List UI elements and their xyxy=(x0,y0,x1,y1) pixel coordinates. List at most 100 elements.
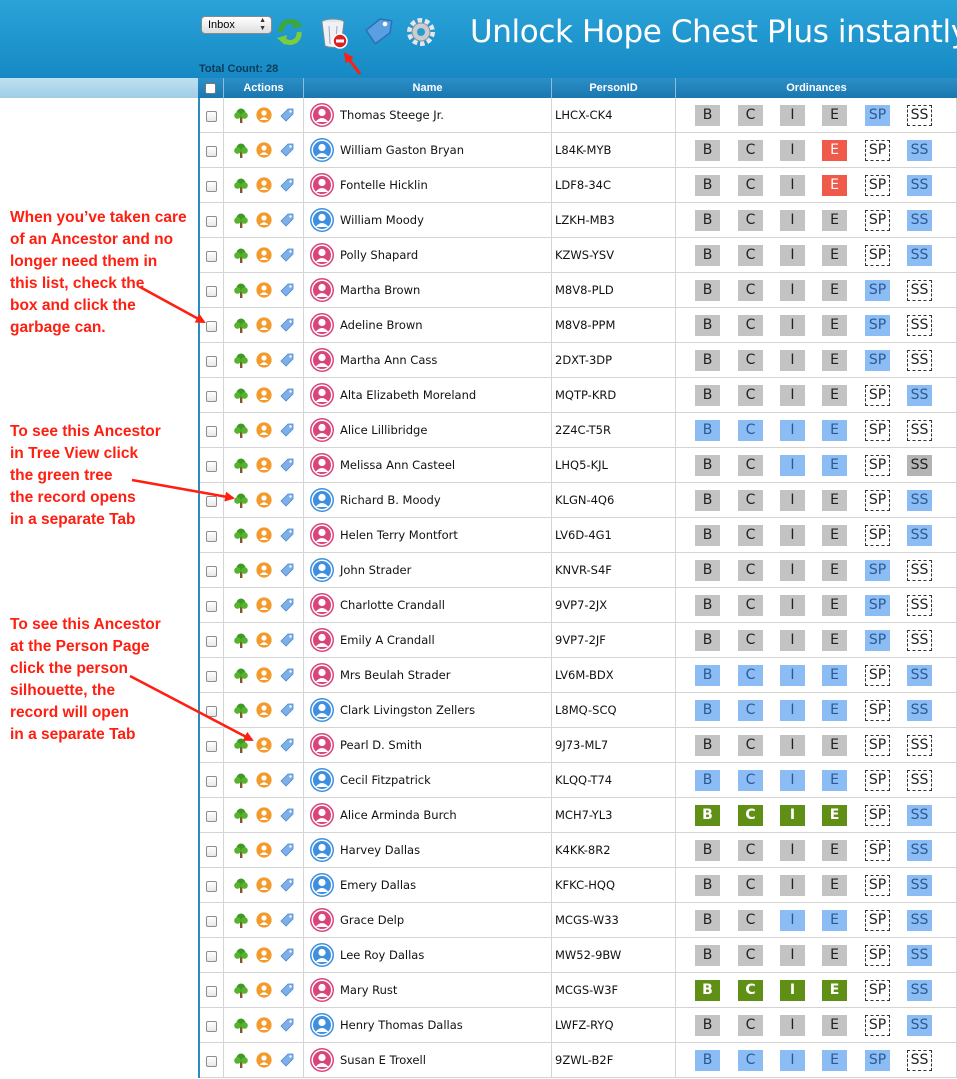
person-name[interactable]: Martha Brown xyxy=(340,273,420,308)
ordinance-c[interactable]: C xyxy=(738,1015,763,1036)
person-icon[interactable] xyxy=(256,737,272,753)
tree-icon[interactable] xyxy=(233,177,249,193)
ordinance-sp[interactable]: SP xyxy=(865,245,890,266)
tree-icon[interactable] xyxy=(233,492,249,508)
ordinance-b[interactable]: B xyxy=(695,595,720,616)
person-name[interactable]: Helen Terry Montfort xyxy=(340,518,458,553)
person-icon[interactable] xyxy=(256,1052,272,1068)
ordinance-sp[interactable]: SP xyxy=(865,455,890,476)
ordinance-i[interactable]: I xyxy=(780,1050,805,1071)
tag-icon[interactable] xyxy=(279,982,295,998)
ordinance-sp[interactable]: SP xyxy=(865,1015,890,1036)
row-checkbox[interactable] xyxy=(206,286,217,297)
ordinance-ss[interactable]: SS xyxy=(907,665,932,686)
tag-icon[interactable] xyxy=(279,667,295,683)
tag-icon[interactable] xyxy=(279,317,295,333)
tree-icon[interactable] xyxy=(233,352,249,368)
person-icon[interactable] xyxy=(256,807,272,823)
ordinance-e[interactable]: E xyxy=(822,595,847,616)
person-icon[interactable] xyxy=(256,212,272,228)
ordinance-b[interactable]: B xyxy=(695,175,720,196)
ordinance-c[interactable]: C xyxy=(738,350,763,371)
ordinance-ss[interactable]: SS xyxy=(907,245,932,266)
tree-icon[interactable] xyxy=(233,947,249,963)
person-name[interactable]: Susan E Troxell xyxy=(340,1043,426,1078)
person-name[interactable]: Emily A Crandall xyxy=(340,623,435,658)
ordinance-i[interactable]: I xyxy=(780,245,805,266)
person-name[interactable]: Charlotte Crandall xyxy=(340,588,445,623)
ordinance-e[interactable]: E xyxy=(822,560,847,581)
row-checkbox[interactable] xyxy=(206,181,217,192)
tag-icon[interactable] xyxy=(279,422,295,438)
ordinance-i[interactable]: I xyxy=(780,175,805,196)
ordinance-e[interactable]: E xyxy=(822,665,847,686)
ordinance-c[interactable]: C xyxy=(738,875,763,896)
ordinance-ss[interactable]: SS xyxy=(907,315,932,336)
person-icon[interactable] xyxy=(256,877,272,893)
ordinance-e[interactable]: E xyxy=(822,175,847,196)
ordinance-c[interactable]: C xyxy=(738,385,763,406)
ordinance-e[interactable]: E xyxy=(822,315,847,336)
row-checkbox[interactable] xyxy=(206,986,217,997)
ordinance-i[interactable]: I xyxy=(780,315,805,336)
ordinance-ss[interactable]: SS xyxy=(907,630,932,651)
row-checkbox[interactable] xyxy=(206,741,217,752)
ordinance-c[interactable]: C xyxy=(738,175,763,196)
tag-icon[interactable] xyxy=(279,247,295,263)
person-name[interactable]: William Moody xyxy=(340,203,424,238)
person-icon[interactable] xyxy=(256,597,272,613)
person-name[interactable]: Adeline Brown xyxy=(340,308,423,343)
ordinance-sp[interactable]: SP xyxy=(865,945,890,966)
person-icon[interactable] xyxy=(256,142,272,158)
person-icon[interactable] xyxy=(256,422,272,438)
ordinance-e[interactable]: E xyxy=(822,490,847,511)
ordinance-c[interactable]: C xyxy=(738,735,763,756)
ordinance-e[interactable]: E xyxy=(822,1050,847,1071)
ordinance-ss[interactable]: SS xyxy=(907,420,932,441)
ordinance-b[interactable]: B xyxy=(695,840,720,861)
ordinance-sp[interactable]: SP xyxy=(865,525,890,546)
row-checkbox[interactable] xyxy=(206,566,217,577)
person-icon[interactable] xyxy=(256,632,272,648)
upgrade-promo-link[interactable]: Unlock Hope Chest Plus instantly xyxy=(470,14,957,50)
ordinance-c[interactable]: C xyxy=(738,455,763,476)
row-checkbox[interactable] xyxy=(206,601,217,612)
tree-icon[interactable] xyxy=(233,317,249,333)
ordinance-sp[interactable]: SP xyxy=(865,630,890,651)
ordinance-c[interactable]: C xyxy=(738,1050,763,1071)
ordinance-sp[interactable]: SP xyxy=(865,490,890,511)
tree-icon[interactable] xyxy=(233,422,249,438)
tree-icon[interactable] xyxy=(233,562,249,578)
ordinance-sp[interactable]: SP xyxy=(865,105,890,126)
ordinance-sp[interactable]: SP xyxy=(865,980,890,1001)
ordinance-e[interactable]: E xyxy=(822,1015,847,1036)
trash-icon[interactable] xyxy=(318,14,352,50)
row-checkbox[interactable] xyxy=(206,811,217,822)
person-icon[interactable] xyxy=(256,772,272,788)
ordinance-i[interactable]: I xyxy=(780,700,805,721)
tag-icon[interactable] xyxy=(279,597,295,613)
row-checkbox[interactable] xyxy=(206,636,217,647)
ordinance-c[interactable]: C xyxy=(738,770,763,791)
ordinance-sp[interactable]: SP xyxy=(865,595,890,616)
tree-icon[interactable] xyxy=(233,1017,249,1033)
ordinance-c[interactable]: C xyxy=(738,805,763,826)
ordinance-b[interactable]: B xyxy=(695,735,720,756)
ordinance-i[interactable]: I xyxy=(780,105,805,126)
ordinance-b[interactable]: B xyxy=(695,910,720,931)
ordinance-ss[interactable]: SS xyxy=(907,210,932,231)
person-icon[interactable] xyxy=(256,912,272,928)
ordinance-e[interactable]: E xyxy=(822,455,847,476)
person-name[interactable]: Alice Lillibridge xyxy=(340,413,427,448)
row-checkbox[interactable] xyxy=(206,951,217,962)
ordinance-ss[interactable]: SS xyxy=(907,840,932,861)
ordinance-c[interactable]: C xyxy=(738,630,763,651)
row-checkbox[interactable] xyxy=(206,251,217,262)
ordinance-c[interactable]: C xyxy=(738,665,763,686)
ordinance-ss[interactable]: SS xyxy=(907,490,932,511)
ordinance-e[interactable]: E xyxy=(822,420,847,441)
row-checkbox[interactable] xyxy=(206,111,217,122)
tree-icon[interactable] xyxy=(233,807,249,823)
ordinance-e[interactable]: E xyxy=(822,280,847,301)
ordinance-sp[interactable]: SP xyxy=(865,700,890,721)
